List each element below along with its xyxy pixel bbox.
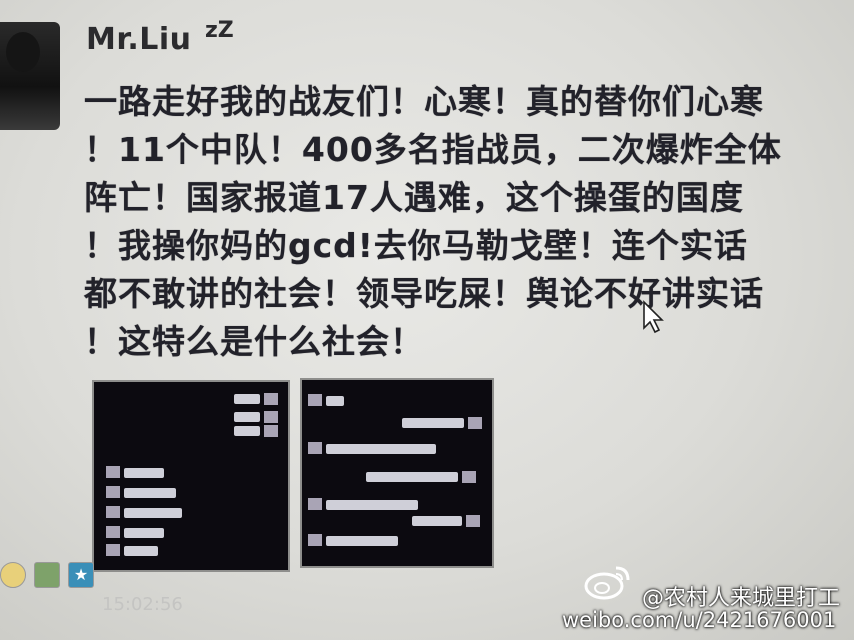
timestamp: 15:02:56 [102,594,183,615]
star-icon[interactable]: ★ [68,562,94,588]
post-line: ！我操你妈的gcd!去你马勒戈壁！连个实话 [84,226,748,265]
message-toolbar: ★ [0,562,94,588]
post-line: ！这特么是什么社会！ [84,322,424,361]
status-glyph: zZ [205,18,234,43]
post-line: 都不敢讲的社会！领导吃屎！舆论不好讲实话 [84,274,764,313]
chat-screenshot-thumbnail[interactable] [300,378,494,568]
emoji-icon[interactable] [0,562,26,588]
avatar[interactable] [0,22,60,130]
image-icon[interactable] [34,562,60,588]
post-text: 一路走好我的战友们！心寒！真的替你们心寒 ！11个中队！400多名指战员，二次爆… [84,78,844,366]
username[interactable]: Mr.Liu [86,22,192,57]
post-line: ！11个中队！400多名指战员，二次爆炸全体 [84,130,782,169]
chat-screenshot-thumbnail[interactable] [92,380,290,572]
post-line: 一路走好我的战友们！心寒！真的替你们心寒 [84,82,764,121]
weibo-logo-icon [584,566,630,600]
watermark-url: weibo.com/u/2421676001 [562,608,837,632]
mouse-cursor-icon [643,300,664,334]
post-line: 阵亡！国家报道17人遇难，这个操蛋的国度 [84,178,744,217]
